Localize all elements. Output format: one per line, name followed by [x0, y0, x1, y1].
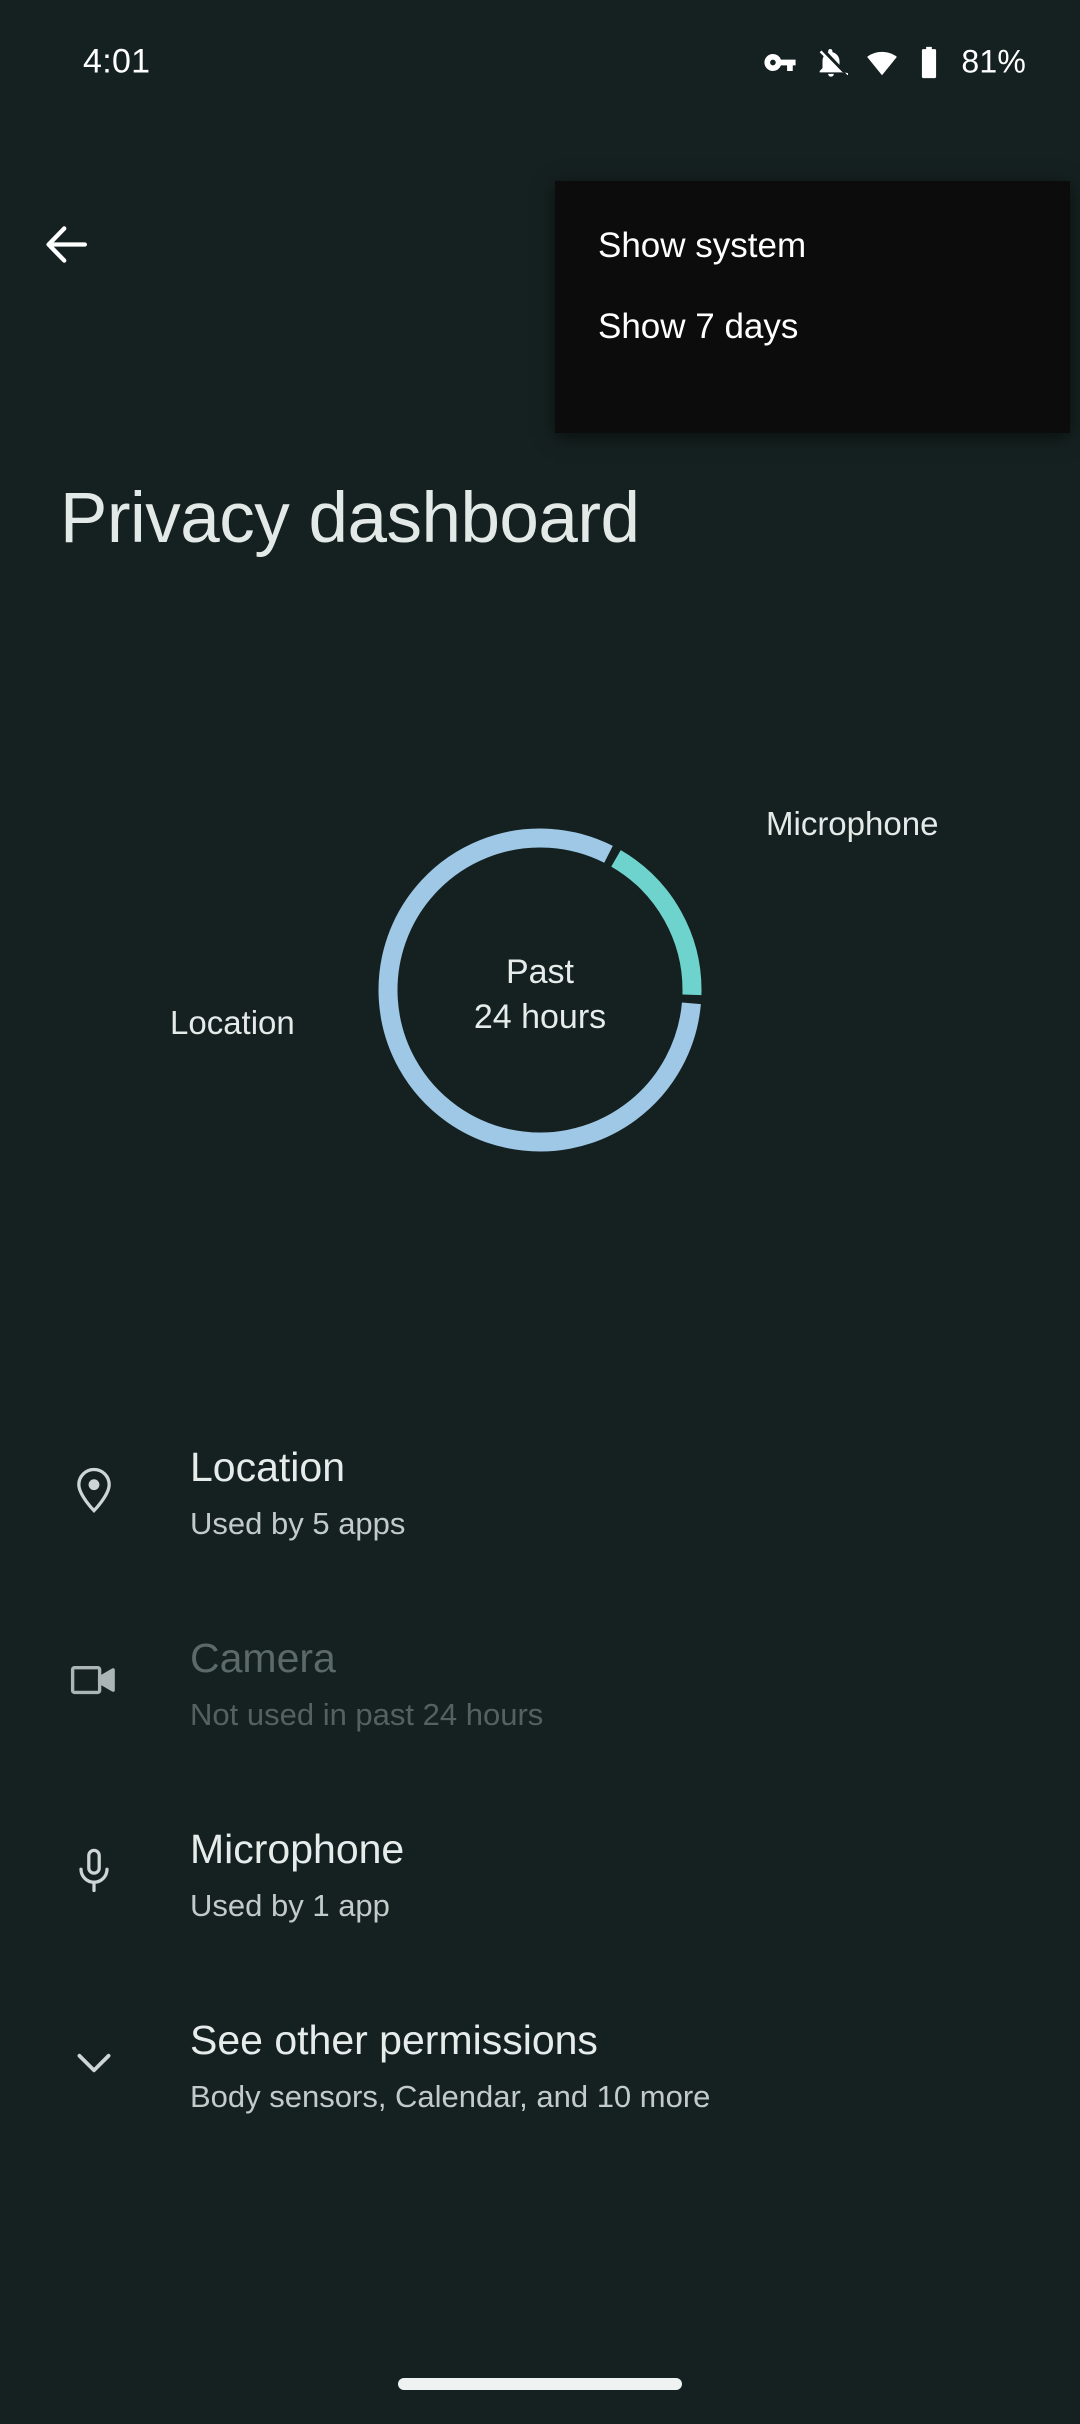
privacy-usage-donut-chart: Past 24 hours Microphone Location	[0, 700, 1080, 1280]
chart-label-microphone: Microphone	[766, 805, 939, 842]
menu-item-show-7-days[interactable]: Show 7 days	[598, 307, 798, 347]
status-bar-clock: 4:01	[83, 42, 151, 81]
permission-title: Microphone	[190, 1826, 405, 1872]
overflow-menu[interactable]: Show system Show 7 days	[555, 181, 1070, 433]
arrow-back-icon	[39, 217, 94, 277]
gesture-nav-pill[interactable]	[398, 2378, 682, 2390]
permission-row-camera[interactable]: Camera Not used in past 24 hours	[0, 1601, 1080, 1792]
permission-row-see-other-permissions[interactable]: See other permissions Body sensors, Cale…	[0, 1983, 1080, 2174]
permission-title: Location	[190, 1444, 346, 1490]
permission-subtitle: Body sensors, Calendar, and 10 more	[190, 2079, 711, 2114]
donut-segment-microphone[interactable]	[611, 850, 702, 996]
battery-icon	[916, 45, 942, 79]
permission-title: Camera	[190, 1635, 336, 1681]
permission-list: Location Used by 5 apps Camera Not used …	[0, 1410, 1080, 2174]
page-title: Privacy dashboard	[60, 479, 640, 558]
status-bar: 4:01 81%	[0, 0, 1080, 112]
battery-percent-label: 81%	[961, 43, 1026, 80]
wifi-icon	[865, 45, 899, 79]
location-pin-icon	[65, 1460, 123, 1518]
back-button[interactable]	[30, 215, 102, 279]
permission-subtitle: Not used in past 24 hours	[190, 1697, 544, 1732]
permission-subtitle: Used by 5 apps	[190, 1506, 406, 1541]
chevron-down-icon	[65, 2033, 123, 2091]
donut-chart-svg	[378, 828, 702, 1152]
menu-item-show-system[interactable]: Show system	[598, 226, 806, 266]
microphone-icon	[65, 1842, 123, 1900]
video-camera-icon	[65, 1651, 123, 1709]
privacy-dashboard-screen: 4:01 81% Show system Show 7 days Privacy…	[0, 0, 1080, 2424]
chart-label-location: Location	[170, 1004, 295, 1041]
permission-title: See other permissions	[190, 2017, 598, 2063]
permission-row-location[interactable]: Location Used by 5 apps	[0, 1410, 1080, 1601]
notifications-muted-icon	[814, 45, 849, 79]
vpn-key-icon	[763, 45, 797, 79]
status-bar-icons: 81%	[763, 44, 1026, 81]
permission-row-microphone[interactable]: Microphone Used by 1 app	[0, 1792, 1080, 1983]
permission-subtitle: Used by 1 app	[190, 1888, 390, 1923]
